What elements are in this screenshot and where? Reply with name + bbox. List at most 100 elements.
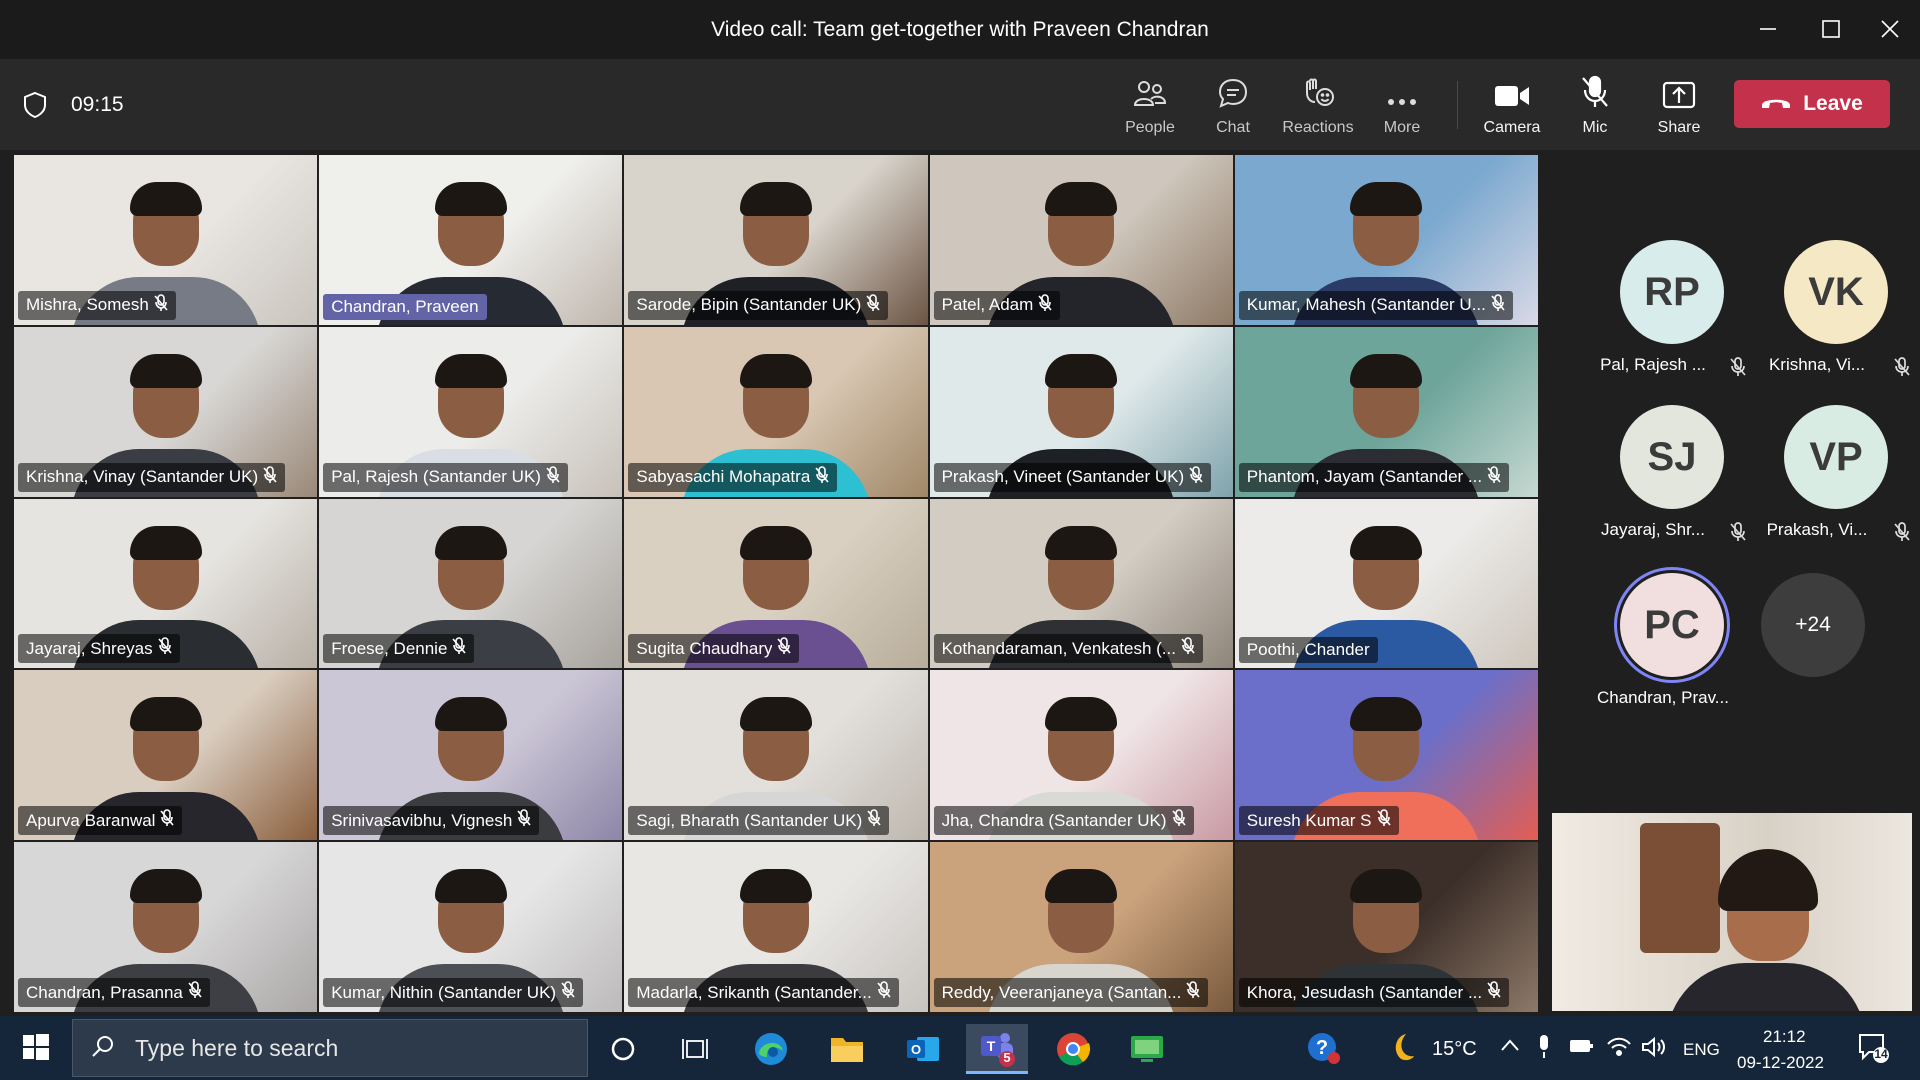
chevron-up-icon[interactable] <box>1500 1038 1520 1057</box>
participant-name-tag: Kumar, Mahesh (Santander U... <box>1238 290 1513 320</box>
participant-video-tile[interactable]: Sagi, Bharath (Santander UK) <box>624 670 928 841</box>
mic-label: Mic <box>1582 119 1608 136</box>
wifi-icon[interactable] <box>1606 1034 1632 1063</box>
share-button[interactable]: Share <box>1637 73 1721 143</box>
participant-hair <box>1045 869 1118 904</box>
help-icon[interactable]: ? <box>1306 1030 1342 1071</box>
battery-icon[interactable] <box>1568 1036 1594 1061</box>
minimize-button[interactable] <box>1743 10 1793 48</box>
participant-video-tile[interactable]: Jayaraj, Shreyas <box>14 498 318 669</box>
avatar[interactable]: PC <box>1620 573 1724 677</box>
participant-hair <box>434 525 507 560</box>
notifications-icon[interactable]: 14 <box>1857 1030 1891 1069</box>
task-view-icon[interactable] <box>664 1024 726 1074</box>
participant-name-tag: Madarla, Srikanth (Santander... <box>628 978 899 1007</box>
participant-video-tile[interactable]: Pal, Rajesh (Santander UK) <box>319 326 623 497</box>
mic-muted-icon <box>546 465 560 489</box>
participant-name: Jha, Chandra (Santander UK) <box>941 810 1167 830</box>
participant-video-tile[interactable]: Khora, Jesudash (Santander ... <box>1234 842 1538 1012</box>
avatar[interactable]: VK <box>1784 240 1888 344</box>
participant-name-tag: Apurva Baranwal <box>18 806 183 836</box>
participant-video-tile[interactable]: Sabyasachi Mohapatra <box>624 326 928 497</box>
microphone-tray-icon[interactable] <box>1536 1034 1552 1065</box>
participant-video-tile[interactable]: Sugita Chaudhary <box>624 498 928 669</box>
weather-moon-icon[interactable] <box>1382 1030 1418 1071</box>
mic-button[interactable]: Mic <box>1553 73 1637 143</box>
volume-icon[interactable] <box>1640 1036 1666 1063</box>
file-explorer-icon[interactable] <box>816 1024 878 1074</box>
mic-muted-icon <box>158 637 172 660</box>
start-button[interactable] <box>14 1033 58 1065</box>
people-button[interactable]: People <box>1108 73 1192 143</box>
cortana-icon[interactable] <box>592 1024 654 1074</box>
taskbar-time[interactable]: 21:12 <box>1763 1027 1806 1047</box>
participant-video-tile[interactable]: Kumar, Nithin (Santander UK) <box>319 842 623 1012</box>
participant-video-tile[interactable]: Apurva Baranwal <box>14 670 318 841</box>
participant-hair <box>1045 182 1118 216</box>
participant-name: Sagi, Bharath (Santander UK) <box>636 810 863 830</box>
participant-avatar-card[interactable]: RP Pal, Rajesh ... <box>1578 240 1748 390</box>
participant-video-tile[interactable]: Patel, Adam <box>929 155 1233 325</box>
participant-name-tag: Reddy, Veeranjaneya (Santan... <box>933 978 1209 1007</box>
search-icon <box>91 1034 115 1063</box>
participant-name-tag: Kothandaraman, Venkatesh (... <box>933 634 1203 664</box>
mic-muted-icon <box>452 637 467 660</box>
leave-label: Leave <box>1803 92 1863 115</box>
camera-button[interactable]: Camera <box>1470 73 1554 143</box>
remote-desktop-icon[interactable] <box>1116 1024 1178 1074</box>
toolbar-divider <box>1457 81 1458 129</box>
chrome-icon[interactable] <box>1042 1024 1104 1074</box>
mic-muted-icon <box>1038 293 1052 317</box>
teams-icon[interactable]: T 5 <box>966 1024 1028 1074</box>
participant-video-tile[interactable]: Krishna, Vinay (Santander UK) <box>14 326 318 497</box>
participant-video-tile[interactable]: Chandran, Praveen <box>319 155 623 325</box>
more-participants-button[interactable]: +24 <box>1761 573 1865 677</box>
mic-muted-icon <box>561 981 575 1004</box>
participant-video-tile[interactable]: Jha, Chandra (Santander UK) <box>929 670 1233 841</box>
participant-avatar-card[interactable]: SJ Jayaraj, Shr... <box>1578 405 1748 555</box>
avatar[interactable]: RP <box>1620 240 1724 344</box>
participant-video-tile[interactable]: Chandran, Prasanna <box>14 842 318 1012</box>
participant-avatar-card[interactable]: VP Prakash, Vi... <box>1742 405 1912 555</box>
meeting-timer: 09:15 <box>71 93 124 116</box>
maximize-button[interactable] <box>1806 10 1856 48</box>
chat-icon <box>1217 73 1249 109</box>
participant-video-tile[interactable]: Kothandaraman, Venkatesh (... <box>929 498 1233 669</box>
avatar[interactable]: SJ <box>1620 405 1724 509</box>
participant-video-tile[interactable]: Mishra, Somesh <box>14 155 318 325</box>
participant-video-tile[interactable]: Srinivasavibhu, Vignesh <box>319 670 623 841</box>
participant-video-tile[interactable]: Prakash, Vineet (Santander UK) <box>929 326 1233 497</box>
chat-button[interactable]: Chat <box>1191 73 1275 143</box>
participant-video-tile[interactable]: Suresh Kumar S <box>1234 670 1538 841</box>
close-button[interactable] <box>1865 10 1915 48</box>
participant-video-tile[interactable]: Poothi, Chander <box>1234 498 1538 669</box>
participant-video-tile[interactable]: Kumar, Mahesh (Santander U... <box>1234 155 1538 325</box>
participant-hair <box>129 182 202 216</box>
outlook-icon[interactable]: O <box>892 1024 954 1074</box>
participant-name: Prakash, Vineet (Santander UK) <box>941 467 1185 487</box>
participant-name: Sarode, Bipin (Santander UK) <box>636 295 862 315</box>
hang-up-icon <box>1761 92 1803 116</box>
avatar[interactable]: VP <box>1784 405 1888 509</box>
participant-name-tag: Sagi, Bharath (Santander UK) <box>628 806 890 836</box>
edge-icon[interactable] <box>740 1024 802 1074</box>
participant-avatar-card[interactable]: PC Chandran, Prav... <box>1578 573 1748 723</box>
participant-video-tile[interactable]: Froese, Dennie <box>319 498 623 669</box>
more-button[interactable]: More <box>1360 73 1444 143</box>
taskbar-search-input[interactable]: Type here to search <box>72 1019 588 1077</box>
participant-name-tag: Sarode, Bipin (Santander UK) <box>628 290 889 320</box>
language-indicator[interactable]: ENG <box>1683 1040 1720 1060</box>
mic-muted-icon <box>1487 465 1501 489</box>
participant-name-tag: Jha, Chandra (Santander UK) <box>933 806 1194 836</box>
participant-video-tile[interactable]: Phantom, Jayam (Santander ... <box>1234 326 1538 497</box>
more-label: More <box>1383 119 1421 136</box>
participant-video-tile[interactable]: Madarla, Srikanth (Santander... <box>624 842 928 1012</box>
mic-muted-icon <box>867 809 881 832</box>
participant-avatar-card[interactable]: VK Krishna, Vi... <box>1742 240 1912 390</box>
participant-video-tile[interactable]: Sarode, Bipin (Santander UK) <box>624 155 928 325</box>
participant-video-tile[interactable]: Reddy, Veeranjaneya (Santan... <box>929 842 1233 1012</box>
leave-button[interactable]: Leave <box>1734 80 1890 128</box>
mic-muted-icon <box>1186 981 1200 1004</box>
reactions-button[interactable]: Reactions <box>1276 73 1360 143</box>
taskbar-date[interactable]: 09-12-2022 <box>1737 1053 1824 1073</box>
